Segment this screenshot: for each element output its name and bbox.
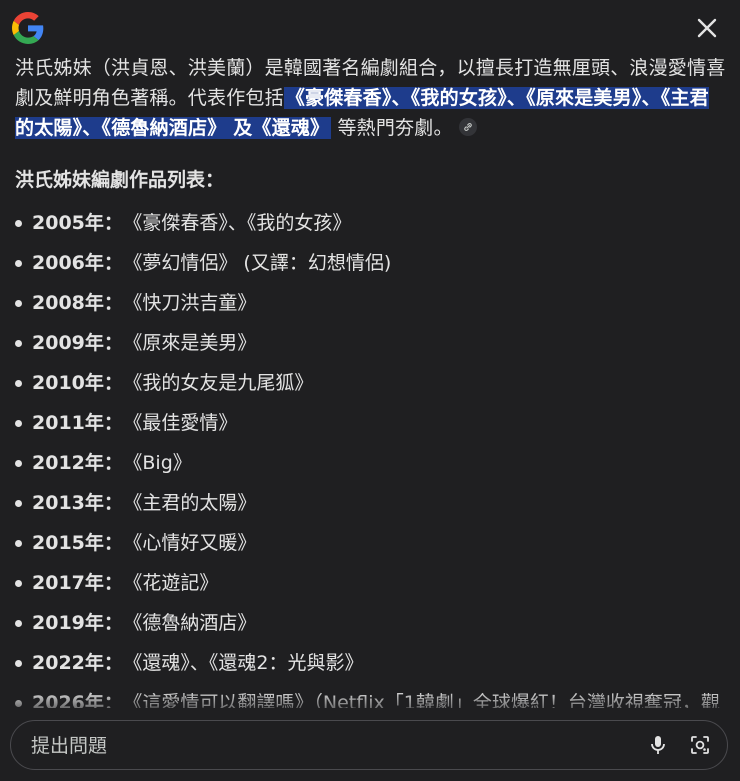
list-item: 2013年： 《主君的太陽》 bbox=[15, 483, 727, 523]
work-title: 《心情好又暖》 bbox=[132, 532, 257, 554]
list-item: 2012年： 《Big》 bbox=[15, 443, 727, 483]
work-year: 2010年： bbox=[32, 372, 123, 394]
link-icon[interactable] bbox=[458, 117, 477, 136]
bullet-dot bbox=[15, 380, 22, 387]
work-year: 2009年： bbox=[32, 332, 123, 354]
bullet-dot bbox=[15, 260, 22, 267]
list-item: 2015年： 《心情好又暖》 bbox=[15, 523, 727, 563]
google-g-icon bbox=[12, 12, 44, 44]
list-item: 2005年： 《豪傑春香》、《我的女孩》 bbox=[15, 203, 727, 243]
work-year: 2008年： bbox=[32, 292, 123, 314]
bullet-dot bbox=[15, 220, 22, 227]
bullet-dot bbox=[15, 620, 22, 627]
work-title: 《豪傑春香》、《我的女孩》 bbox=[132, 212, 352, 234]
close-icon[interactable] bbox=[696, 17, 718, 39]
scroll-fade bbox=[0, 690, 740, 720]
bullet-dot bbox=[15, 500, 22, 507]
works-list: 2005年： 《豪傑春香》、《我的女孩》 2006年： 《夢幻情侶》 (又譯：幻想情侶… bbox=[15, 203, 727, 708]
bullet-dot bbox=[15, 540, 22, 547]
work-title: 《原來是美男》 bbox=[132, 332, 257, 354]
work-year: 2017年： bbox=[32, 572, 123, 594]
work-title: 《最佳愛情》 bbox=[132, 412, 238, 434]
bullet-dot bbox=[15, 580, 22, 587]
work-title: 《我的女友是九尾狐》 bbox=[132, 372, 314, 394]
list-item: 2006年： 《夢幻情侶》 (又譯：幻想情侶) bbox=[15, 243, 727, 283]
work-year: 2019年： bbox=[32, 612, 123, 634]
work-title: 《還魂》、《還魂2：光與影》 bbox=[132, 652, 364, 674]
work-title: 《快刀洪吉童》 bbox=[132, 292, 257, 314]
work-year: 2011年： bbox=[32, 412, 123, 434]
work-title: 《夢幻情侶》 (又譯：幻想情侶) bbox=[132, 252, 392, 274]
list-heading: 洪氏姊妹編劇作品列表： bbox=[15, 169, 225, 191]
work-year: 2012年： bbox=[32, 452, 123, 474]
work-title: 《花遊記》 bbox=[132, 572, 219, 594]
list-item: 2008年： 《快刀洪吉童》 bbox=[15, 283, 727, 323]
question-input[interactable] bbox=[29, 721, 613, 771]
ai-overview-panel: 洪氏姊妹（洪貞恩、洪美蘭）是韓國著名編劇組合，以擅長打造無厘頭、浪漫愛情喜劇及鮮… bbox=[0, 0, 740, 781]
work-title: 《Big》 bbox=[132, 452, 192, 474]
work-year: 2013年： bbox=[32, 492, 123, 514]
intro-text-end: 等熱門夯劇。 bbox=[337, 117, 453, 139]
overview-content: 洪氏姊妹（洪貞恩、洪美蘭）是韓國著名編劇組合，以擅長打造無厘頭、浪漫愛情喜劇及鮮… bbox=[15, 53, 727, 708]
list-item: 2022年： 《還魂》、《還魂2：光與影》 bbox=[15, 643, 727, 683]
bullet-dot bbox=[15, 660, 22, 667]
bullet-dot bbox=[15, 420, 22, 427]
list-item: 2010年： 《我的女友是九尾狐》 bbox=[15, 363, 727, 403]
work-year: 2022年： bbox=[32, 652, 123, 674]
list-item: 2011年： 《最佳愛情》 bbox=[15, 403, 727, 443]
bullet-dot bbox=[15, 340, 22, 347]
work-title: 《主君的太陽》 bbox=[132, 492, 257, 514]
work-year: 2015年： bbox=[32, 532, 123, 554]
work-year: 2006年： bbox=[32, 252, 123, 274]
list-item: 2019年： 《德魯納酒店》 bbox=[15, 603, 727, 643]
list-item: 2009年： 《原來是美男》 bbox=[15, 323, 727, 363]
camera-search-icon[interactable] bbox=[689, 734, 711, 756]
intro-paragraph: 洪氏姊妹（洪貞恩、洪美蘭）是韓國著名編劇組合，以擅長打造無厘頭、浪漫愛情喜劇及鮮… bbox=[15, 53, 727, 143]
work-year: 2005年： bbox=[32, 212, 123, 234]
bullet-dot bbox=[15, 460, 22, 467]
bullet-dot bbox=[15, 300, 22, 307]
question-input-bar bbox=[10, 720, 728, 771]
list-item: 2017年： 《花遊記》 bbox=[15, 563, 727, 603]
microphone-icon[interactable] bbox=[647, 734, 669, 756]
work-title: 《德魯納酒店》 bbox=[132, 612, 257, 634]
